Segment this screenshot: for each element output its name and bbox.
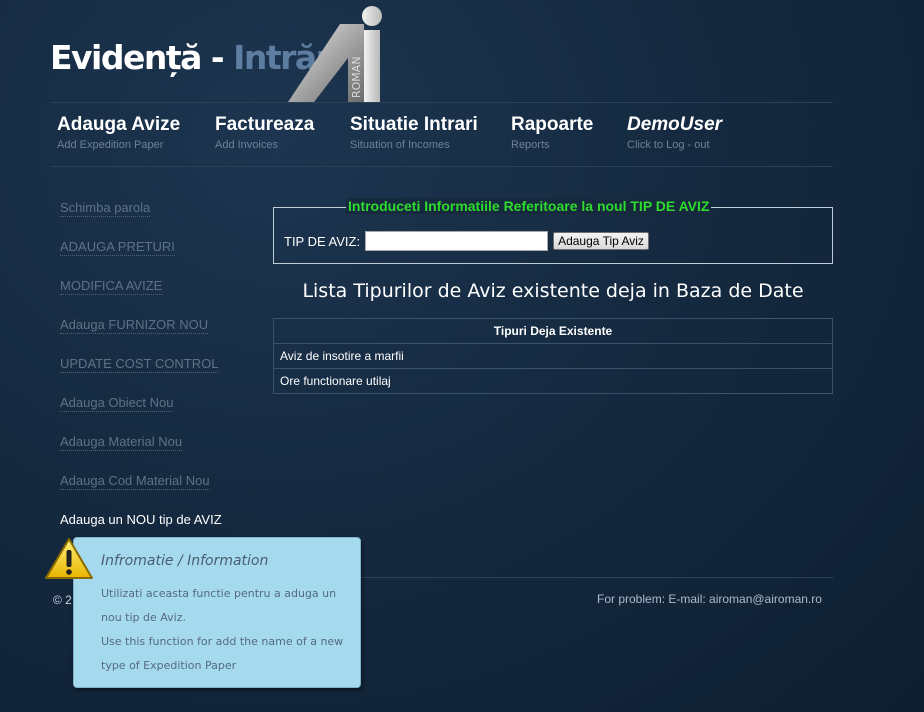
column-header: Tipuri Deja Existente <box>273 318 833 344</box>
sidebar-item-adauga-furnizor[interactable]: Adauga FURNIZOR NOU <box>60 317 209 334</box>
nav-sublabel: Situation of Incomes <box>350 139 450 151</box>
nav-divider <box>50 166 833 167</box>
tooltip-title: Infromatie / Information <box>101 553 269 569</box>
tooltip-body: Utilizati aceasta functie pentru a aduga… <box>101 582 356 678</box>
nav-label: Adauga Avize <box>57 114 181 135</box>
table-row: Aviz de insotire a marfii <box>273 343 833 369</box>
info-tooltip: Infromatie / Information Utilizati aceas… <box>73 537 361 688</box>
tooltip-line-en: Use this function for add the name of a … <box>101 635 344 672</box>
nav-sublabel: Add Invoices <box>215 139 278 151</box>
nav-sublabel: Reports <box>511 139 550 151</box>
nav-label: Situatie Intrari <box>350 114 478 135</box>
main-nav: Adauga Avize Add Expedition Paper Factur… <box>57 114 837 160</box>
nav-rapoarte[interactable]: Rapoarte Reports <box>511 114 593 151</box>
sidebar-item-modifica-avize[interactable]: MODIFICA AVIZE <box>60 278 163 295</box>
nav-sublabel: Click to Log - out <box>627 139 710 151</box>
sidebar-item-schimba-parola[interactable]: Schimba parola <box>60 200 151 217</box>
nav-user-logout[interactable]: DemoUser Click to Log - out <box>627 114 722 151</box>
sidebar-item-adauga-cod-material[interactable]: Adauga Cod Material Nou <box>60 473 210 490</box>
header-divider <box>50 102 833 103</box>
nav-adauga-avize[interactable]: Adauga Avize Add Expedition Paper <box>57 114 180 151</box>
tooltip-line-ro: Utilizati aceasta functie pentru a aduga… <box>101 587 337 624</box>
contact-email-text: For problem: E-mail: airoman@airoman.ro <box>597 592 822 606</box>
tip-aviz-label: TIP DE AVIZ: <box>284 234 361 249</box>
sidebar-item-adauga-material[interactable]: Adauga Material Nou <box>60 434 183 451</box>
airoman-logo: ROMAN <box>288 2 388 104</box>
nav-factureaza[interactable]: Factureaza Add Invoices <box>215 114 314 151</box>
nav-username: DemoUser <box>627 114 723 135</box>
sidebar-item-adauga-preturi[interactable]: ADAUGA PRETURI <box>60 239 175 256</box>
copyright-text: © 2 <box>53 593 72 607</box>
tip-aviz-input[interactable] <box>365 231 548 251</box>
table-header-row: Tipuri Deja Existente <box>273 318 833 344</box>
fieldset-legend: Introduceti Informatiile Referitoare la … <box>346 198 712 214</box>
adauga-tip-aviz-button[interactable]: Adauga Tip Aviz <box>553 232 649 250</box>
nav-label: Factureaza <box>215 114 315 135</box>
header: Evidență - Intrări ROMAN <box>50 0 834 102</box>
sidebar-item-update-cost-control[interactable]: UPDATE COST CONTROL <box>60 356 219 373</box>
sidebar-item-adauga-obiect[interactable]: Adauga Obiect Nou <box>60 395 174 412</box>
table-cell: Aviz de insotire a marfii <box>273 343 833 369</box>
sidebar-item-adauga-tip-aviz[interactable]: Adauga un NOU tip de AVIZ <box>60 512 222 528</box>
logo-roman-text: ROMAN <box>350 56 363 98</box>
table-row: Ore functionare utilaj <box>273 368 833 394</box>
new-aviz-type-fieldset: Introduceti Informatiile Referitoare la … <box>273 198 833 264</box>
existing-types-table: Tipuri Deja Existente Aviz de insotire a… <box>273 318 833 394</box>
list-heading: Lista Tipurilor de Aviz existente deja i… <box>302 280 804 302</box>
table-cell: Ore functionare utilaj <box>273 368 833 394</box>
site-title-main: Evidență - <box>50 38 234 77</box>
nav-situatie-intrari[interactable]: Situatie Intrari Situation of Incomes <box>350 114 478 151</box>
nav-sublabel: Add Expedition Paper <box>57 139 164 151</box>
nav-label: Rapoarte <box>511 114 594 135</box>
warning-icon <box>44 537 94 581</box>
